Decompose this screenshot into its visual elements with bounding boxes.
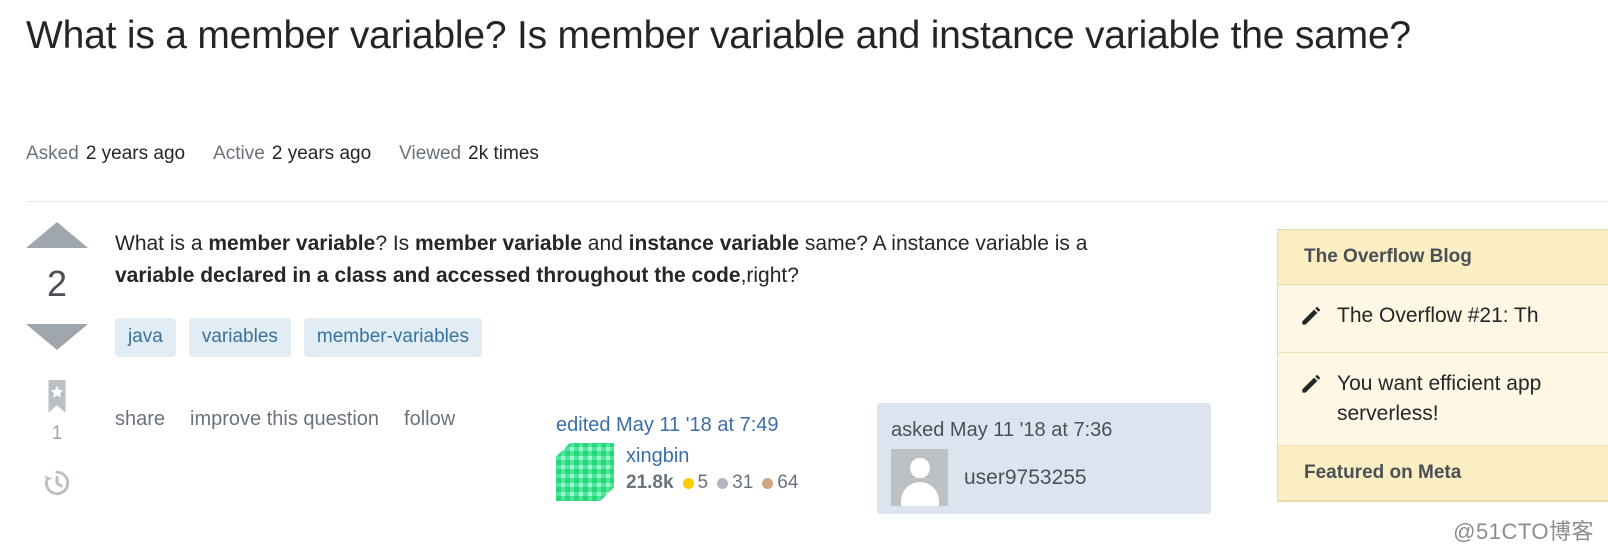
silver-badge-group[interactable]: 31 xyxy=(717,472,753,494)
content-divider xyxy=(26,201,1608,202)
edited-date-link[interactable]: edited May 11 '18 at 7:49 xyxy=(556,412,856,438)
post-body-segment: ,right? xyxy=(740,264,799,287)
page-title: What is a member variable? Is member var… xyxy=(26,14,1411,57)
sidebar-item-label: You want efficient app serverless! xyxy=(1337,372,1542,425)
default-user-avatar[interactable] xyxy=(891,449,948,506)
post-body-segment: ? Is xyxy=(375,232,415,255)
post-actions: share improve this question follow xyxy=(115,408,455,431)
bookmark-count: 1 xyxy=(51,423,63,444)
bronze-badge-icon xyxy=(762,477,774,489)
sidebar-heading: Featured on Meta xyxy=(1278,446,1608,501)
post-body: What is a member variable? Is member var… xyxy=(115,228,1155,292)
edited-user-row: xingbin 21.8k 5 31 64 xyxy=(556,443,856,501)
reputation-score: 21.8k xyxy=(626,472,674,493)
watermark: @51CTO博客 xyxy=(1453,519,1594,544)
vote-count: 2 xyxy=(46,263,68,304)
post-body-segment: variable declared in a class and accesse… xyxy=(115,264,741,287)
stat-viewed-value: 2k times xyxy=(468,143,539,164)
silver-badge-count: 31 xyxy=(732,472,754,493)
vote-column: 2 1 xyxy=(26,222,88,504)
action-share[interactable]: share xyxy=(115,408,165,431)
stat-asked-value: 2 years ago xyxy=(85,143,186,164)
identicon-avatar[interactable] xyxy=(556,443,614,501)
bronze-badge-group[interactable]: 64 xyxy=(762,472,798,494)
question-header: What is a member variable? Is member var… xyxy=(26,8,1506,64)
stat-viewed-label: Viewed xyxy=(399,143,462,164)
sidebar-heading: The Overflow Blog xyxy=(1278,230,1608,285)
edited-reputation-row: 21.8k 5 31 64 xyxy=(626,472,807,494)
edited-username-link[interactable]: xingbin xyxy=(626,443,807,469)
tag-list: java variables member-variables xyxy=(115,318,482,357)
pencil-icon xyxy=(1300,369,1321,404)
edited-signature: edited May 11 '18 at 7:49 xingbin 21.8k … xyxy=(556,412,856,501)
history-clock-icon[interactable] xyxy=(41,470,73,503)
post-body-segment: and xyxy=(581,232,629,255)
vote-down-arrow-icon[interactable] xyxy=(26,324,88,350)
post-body-segment: member variable xyxy=(415,232,582,255)
stat-active-value: 2 years ago xyxy=(271,143,372,164)
silver-badge-icon xyxy=(717,477,729,489)
action-improve-this-question[interactable]: improve this question xyxy=(190,408,379,431)
pencil-icon xyxy=(1300,301,1321,336)
asked-username-link[interactable]: user9753255 xyxy=(964,449,1087,506)
bronze-badge-count: 64 xyxy=(777,472,799,493)
stat-active-label: Active xyxy=(213,143,265,164)
asked-signature-card: asked May 11 '18 at 7:36 user9753255 xyxy=(877,403,1211,514)
stat-active: Active 2 years ago xyxy=(213,143,371,165)
post-body-segment: member variable xyxy=(208,232,376,255)
gold-badge-icon xyxy=(682,477,694,489)
vote-up-arrow-icon[interactable] xyxy=(26,222,88,248)
gold-badge-count: 5 xyxy=(697,472,709,493)
history-control[interactable] xyxy=(41,467,73,504)
gold-badge-group[interactable]: 5 xyxy=(682,472,709,494)
stat-asked: Asked 2 years ago xyxy=(26,143,185,165)
post-body-segment: What is a xyxy=(115,232,209,255)
edited-user-details: xingbin 21.8k 5 31 64 xyxy=(626,443,807,494)
sidebar-item[interactable]: The Overflow #21: Th xyxy=(1278,285,1608,353)
post-body-segment: same? A instance variable is a xyxy=(799,232,1088,255)
stat-viewed: Viewed 2k times xyxy=(399,143,539,165)
bookmark-control[interactable]: 1 xyxy=(44,380,70,445)
asked-date: asked May 11 '18 at 7:36 xyxy=(891,419,1113,441)
stat-asked-label: Asked xyxy=(26,143,79,164)
tag-member-variables[interactable]: member-variables xyxy=(303,318,482,357)
question-stats-bar: Asked 2 years ago Active 2 years ago Vie… xyxy=(26,143,567,165)
bookmark-star-icon[interactable] xyxy=(44,380,70,419)
right-sidebar: The Overflow Blog The Overflow #21: Th You… xyxy=(1277,229,1608,502)
sidebar-item-label: The Overflow #21: Th xyxy=(1337,304,1539,327)
sidebar-item[interactable]: You want efficient app serverless! xyxy=(1278,353,1608,446)
post-body-segment: instance variable xyxy=(628,232,800,255)
asked-user-row: user9753255 xyxy=(891,449,1197,506)
action-follow[interactable]: follow xyxy=(404,408,455,431)
tag-variables[interactable]: variables xyxy=(188,318,291,357)
tag-java[interactable]: java xyxy=(115,318,176,357)
